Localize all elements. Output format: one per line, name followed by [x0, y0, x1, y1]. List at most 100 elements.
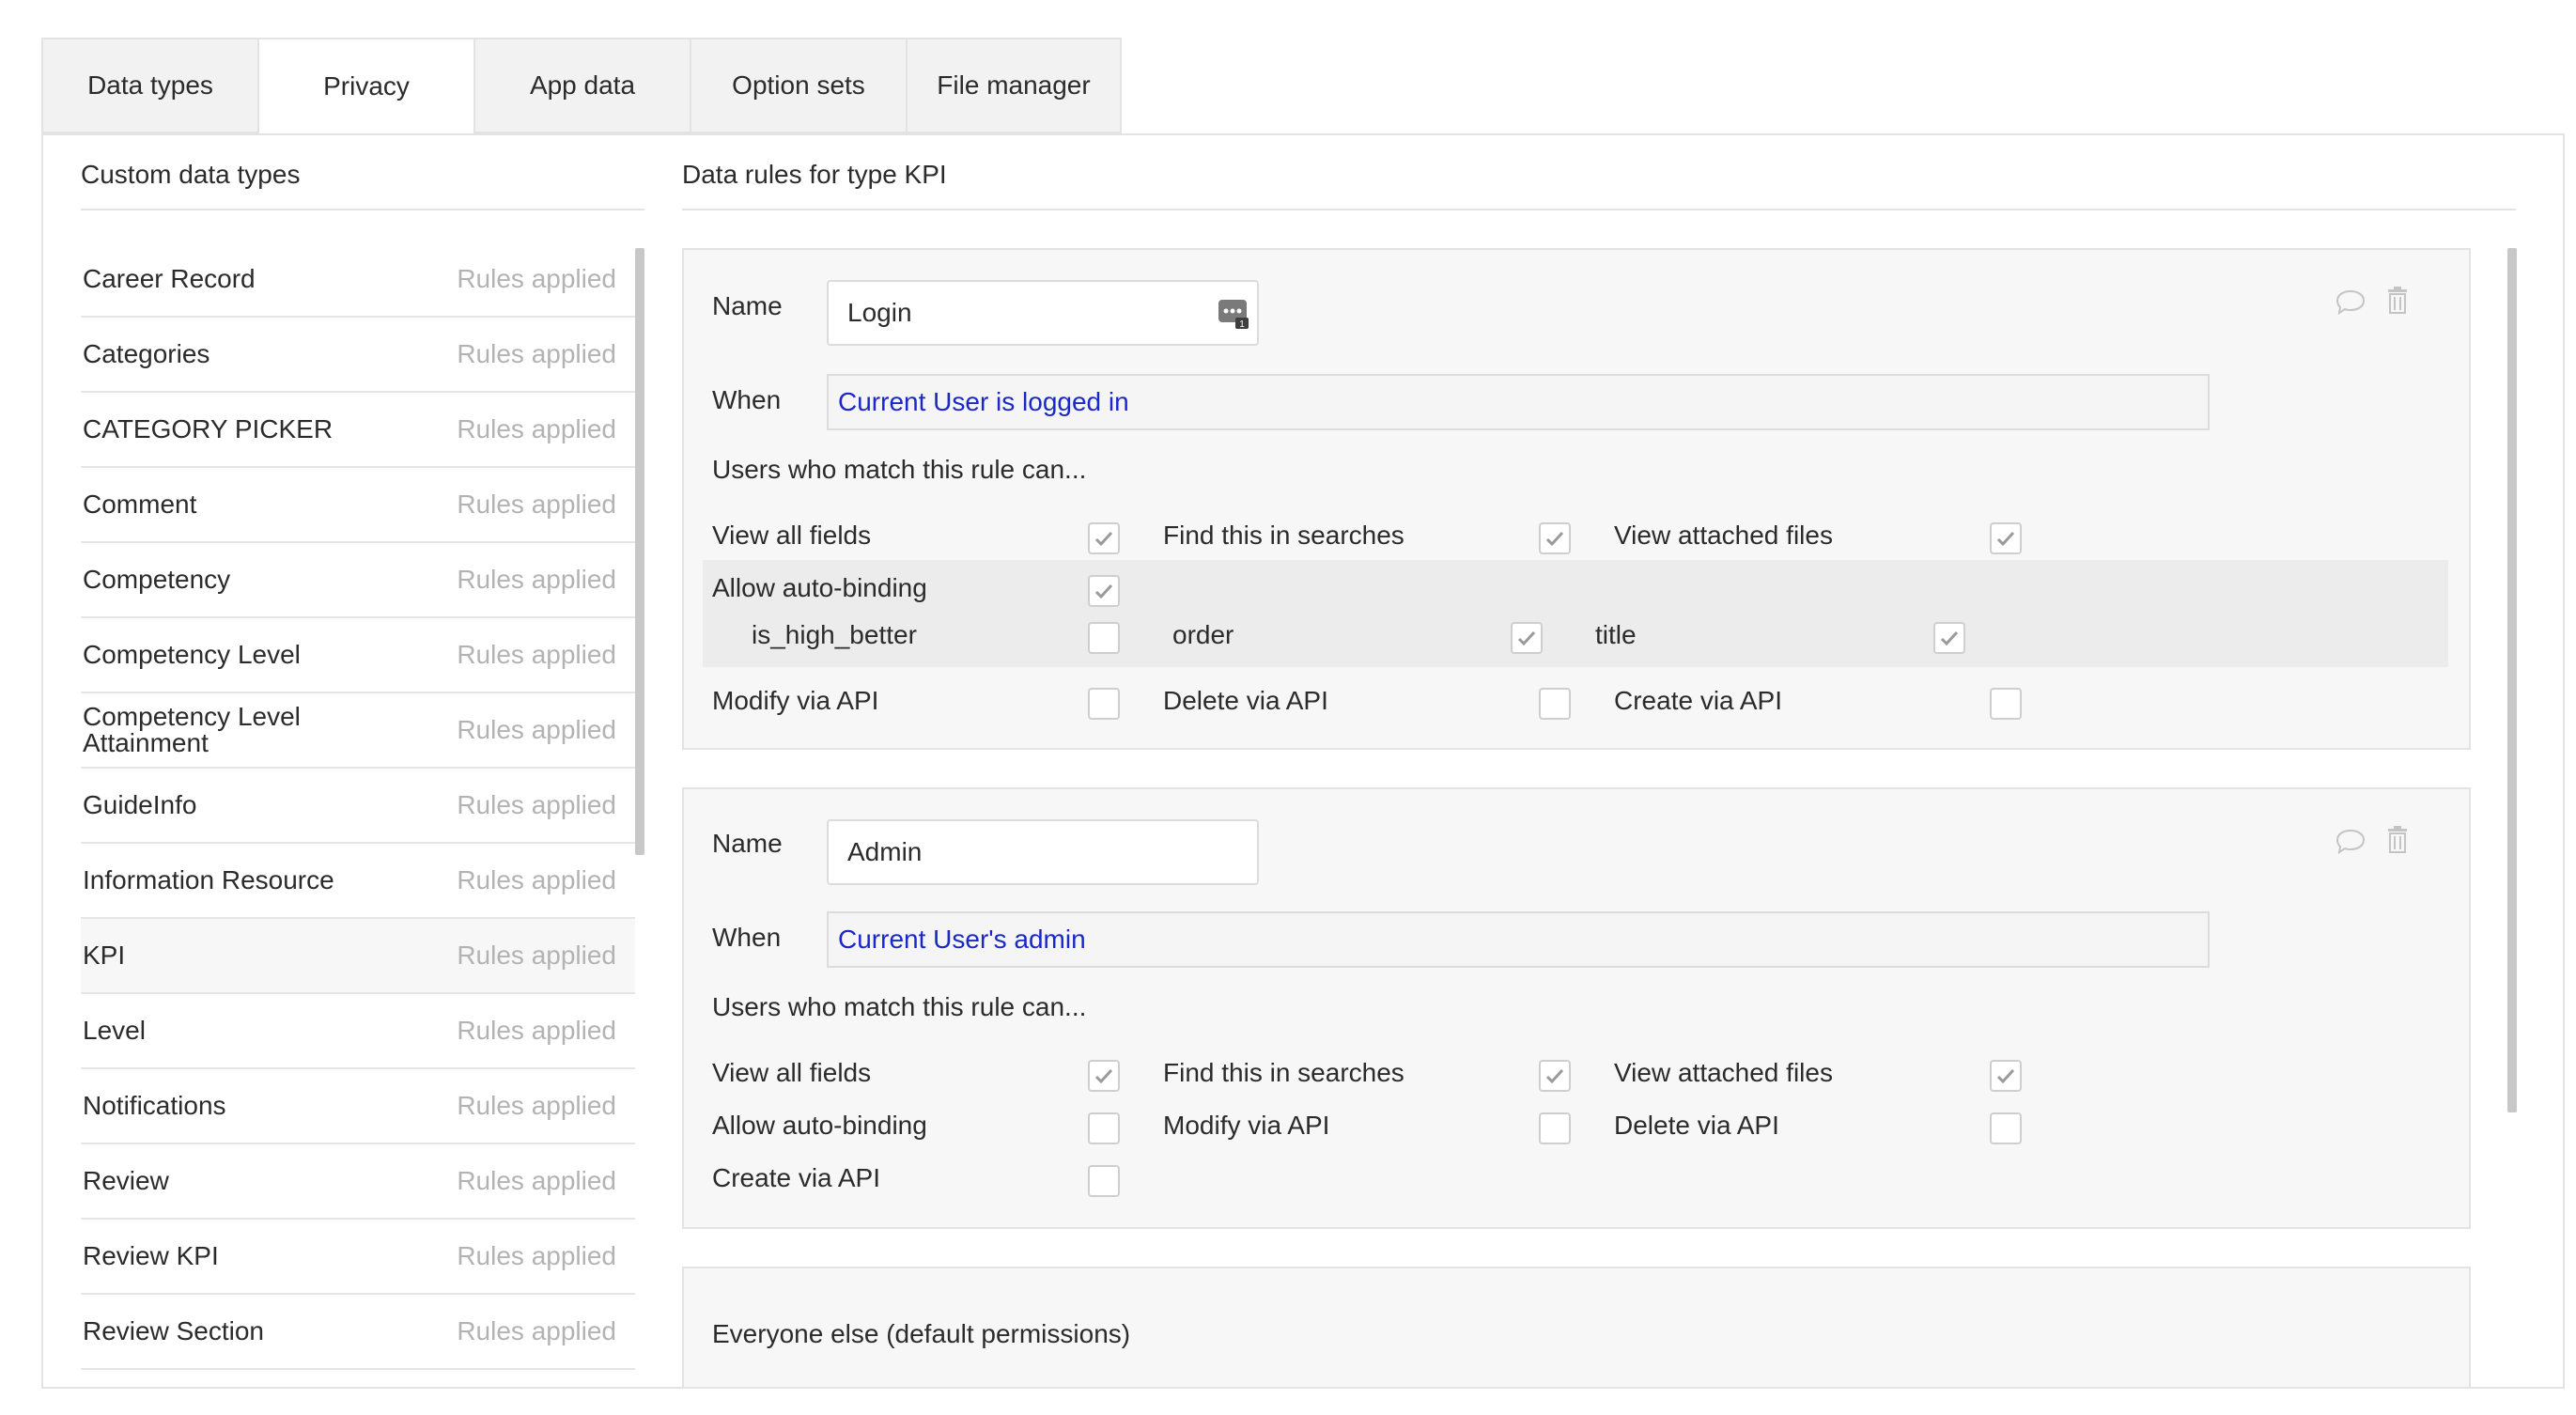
data-type-item[interactable]: Review KPI Rules applied [81, 1220, 635, 1295]
find-in-searches-checkbox[interactable] [1539, 1060, 1571, 1092]
rules-status: Rules applied [457, 414, 616, 443]
default-permissions-label: Everyone else (default permissions) [712, 1319, 1131, 1348]
rules-status: Rules applied [457, 1016, 616, 1045]
rules-status: Rules applied [457, 1241, 616, 1270]
left-title-divider [81, 209, 644, 210]
panel-bottom-border [41, 1387, 2565, 1389]
data-type-name: Competency Level Attainment [83, 702, 301, 757]
check-icon [1996, 1068, 2015, 1084]
create-via-api-label: Create via API [712, 1163, 880, 1192]
check-icon [1517, 630, 1536, 646]
allow-auto-binding-checkbox[interactable] [1088, 1112, 1120, 1144]
delete-via-api-checkbox[interactable] [1539, 688, 1571, 720]
find-in-searches-label: Find this in searches [1163, 521, 1404, 550]
data-type-name: Competency [83, 565, 231, 594]
view-all-fields-label: View all fields [712, 1058, 872, 1087]
data-type-name: Career Record [83, 264, 256, 293]
data-type-name: Information Resource [83, 865, 334, 894]
view-all-fields-label: View all fields [712, 521, 872, 550]
delete-via-api-checkbox[interactable] [1990, 1112, 2022, 1144]
data-type-item[interactable]: Information Resource Rules applied [81, 844, 635, 919]
rules-status: Rules applied [457, 865, 616, 894]
custom-data-types-title: Custom data types [81, 160, 301, 189]
modify-via-api-checkbox[interactable] [1088, 688, 1120, 720]
rule-name-input[interactable]: Login 1 [827, 280, 1259, 346]
create-via-api-label: Create via API [1614, 686, 1782, 715]
data-type-name: Review Section [83, 1316, 264, 1345]
data-type-item[interactable]: Review Section Rules applied [81, 1295, 635, 1370]
rules-scrollbar[interactable] [2507, 248, 2517, 1112]
rule-name-value: Admin [847, 837, 923, 866]
tab-file-manager[interactable]: File manager [906, 38, 1122, 133]
tab-privacy[interactable]: Privacy [257, 38, 473, 135]
list-scrollbar[interactable] [635, 248, 644, 855]
field-title-checkbox[interactable] [1933, 622, 1965, 654]
tab-app-data[interactable]: App data [473, 38, 690, 133]
data-type-item[interactable]: GuideInfo Rules applied [81, 769, 635, 844]
rule-condition-input[interactable]: Current User is logged in [827, 374, 2210, 430]
allow-auto-binding-checkbox[interactable] [1088, 575, 1120, 607]
right-title-divider [682, 209, 2516, 210]
check-icon [1094, 583, 1113, 599]
view-attached-files-checkbox[interactable] [1990, 522, 2022, 554]
data-type-item[interactable]: Competency Level Rules applied [81, 618, 635, 693]
view-all-fields-checkbox[interactable] [1088, 522, 1120, 554]
dynamic-data-icon[interactable]: 1 [1218, 297, 1249, 330]
check-icon [1094, 1068, 1113, 1084]
delete-via-api-label: Delete via API [1163, 686, 1328, 715]
trash-icon[interactable] [2381, 284, 2414, 318]
find-in-searches-label: Find this in searches [1163, 1058, 1404, 1087]
view-all-fields-checkbox[interactable] [1088, 1060, 1120, 1092]
rules-status: Rules applied [457, 1316, 616, 1345]
rules-status: Rules applied [457, 264, 616, 293]
trash-icon[interactable] [2381, 823, 2414, 857]
comment-icon[interactable] [2334, 286, 2367, 319]
data-type-name: Review KPI [83, 1241, 219, 1270]
view-attached-files-checkbox[interactable] [1990, 1060, 2022, 1092]
data-type-item[interactable]: Review Rules applied [81, 1144, 635, 1220]
check-icon [1940, 630, 1959, 646]
users-match-label: Users who match this rule can... [712, 455, 1087, 484]
default-permissions-card: Everyone else (default permissions) [682, 1267, 2471, 1389]
data-type-item[interactable]: Competency Rules applied [81, 543, 635, 618]
name-label: Name [712, 829, 783, 858]
field-is-high-better-label: is_high_better [752, 620, 917, 649]
rule-name-value: Login [847, 298, 912, 327]
data-type-item[interactable]: Notifications Rules applied [81, 1069, 635, 1144]
tab-option-sets[interactable]: Option sets [690, 38, 906, 133]
rules-status: Rules applied [457, 1091, 616, 1120]
data-type-item[interactable]: Competency Level Attainment Rules applied [81, 693, 635, 769]
comment-icon[interactable] [2334, 825, 2367, 859]
rule-card-login: Name Login 1 When Current User is logged… [682, 248, 2471, 750]
find-in-searches-checkbox[interactable] [1539, 522, 1571, 554]
data-type-item[interactable]: Comment Rules applied [81, 468, 635, 543]
rules-status: Rules applied [457, 565, 616, 594]
field-is-high-better-checkbox[interactable] [1088, 622, 1120, 654]
data-type-name: Notifications [83, 1091, 226, 1120]
data-type-item[interactable]: CATEGORY PICKER Rules applied [81, 393, 635, 468]
tab-data-types[interactable]: Data types [41, 38, 257, 133]
data-type-item[interactable]: Level Rules applied [81, 994, 635, 1069]
data-type-item[interactable]: Career Record Rules applied [81, 242, 635, 318]
when-label: When [712, 923, 782, 952]
data-type-name: CATEGORY PICKER [83, 414, 334, 443]
rules-status: Rules applied [457, 1166, 616, 1195]
field-order-checkbox[interactable] [1511, 622, 1543, 654]
view-attached-files-label: View attached files [1614, 1058, 1833, 1087]
check-icon [1545, 1068, 1564, 1084]
data-type-name: KPI [83, 941, 126, 970]
auto-binding-fields-band [703, 560, 2448, 667]
data-rules-title: Data rules for type KPI [682, 160, 947, 189]
data-type-item-selected[interactable]: KPI Rules applied [81, 919, 635, 994]
modify-via-api-checkbox[interactable] [1539, 1112, 1571, 1144]
data-type-name: Comment [83, 490, 197, 519]
when-label: When [712, 385, 782, 414]
create-via-api-checkbox[interactable] [1088, 1165, 1120, 1197]
rule-condition-input[interactable]: Current User's admin [827, 911, 2210, 968]
data-type-name: Level [83, 1016, 146, 1045]
svg-text:1: 1 [1239, 319, 1245, 329]
rules-status: Rules applied [457, 790, 616, 819]
data-type-item[interactable]: Categories Rules applied [81, 318, 635, 393]
rule-name-input[interactable]: Admin [827, 819, 1259, 885]
create-via-api-checkbox[interactable] [1990, 688, 2022, 720]
